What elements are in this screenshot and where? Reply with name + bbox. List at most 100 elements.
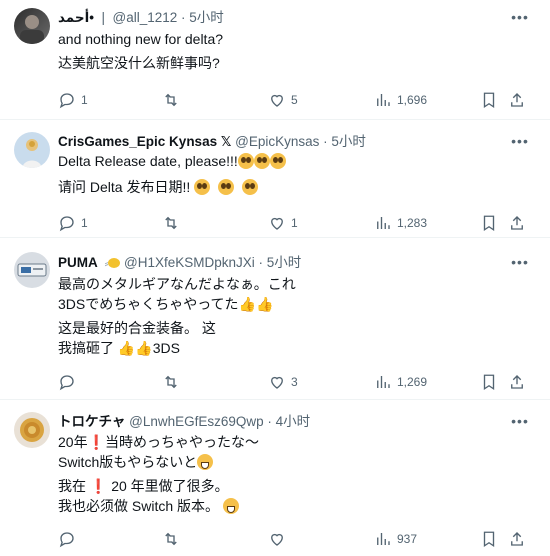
reply-icon <box>59 375 74 391</box>
reply-button[interactable]: 1 <box>58 90 88 110</box>
retweet-icon <box>165 375 177 389</box>
tweet-header: أحمد• | @all_1212 · 5小时 <box>58 10 224 25</box>
views-count: 1,269 <box>397 375 428 389</box>
views-icon <box>377 94 390 106</box>
views-count: 1,696 <box>397 93 428 107</box>
timestamp[interactable]: 4小时 <box>276 414 311 429</box>
author-handle[interactable]: @LnwhEGfEsz69Qwp <box>129 414 264 429</box>
retweet-button[interactable] <box>162 90 180 110</box>
avatar-image <box>20 418 44 442</box>
tweet-text-line: 20年❗当時めっちゃやったな〜 <box>58 432 259 452</box>
tweet-text-line: 3DSでめちゃくちゃやってた👍👍 <box>58 294 273 314</box>
like-icon <box>271 376 283 389</box>
reply-icon <box>59 93 74 109</box>
more-icon[interactable]: ••• <box>510 134 530 153</box>
avatar-image <box>20 15 44 44</box>
views-button[interactable]: 1,283 <box>374 213 427 233</box>
reply-count: 1 <box>81 216 88 230</box>
retweet-button[interactable] <box>162 372 180 392</box>
tweet-translation: 请问 Delta 发布日期!! <box>58 179 191 195</box>
tweet-translation-line: 请问 Delta 发布日期!! <box>58 177 258 197</box>
author-handle[interactable]: @EpicKynsas <box>235 134 319 149</box>
action-bar: 3 1,269 <box>58 372 528 392</box>
tweet-translation-line: 我在 ❗ 20 年里做了很多。 <box>58 476 229 496</box>
tweet[interactable]: トロケチャ @LnwhEGfEsz69Qwp · 4小时 ••• 20年❗当時め… <box>0 400 550 556</box>
author-name[interactable]: أحمد• <box>58 10 94 25</box>
like-count: 3 <box>291 375 298 389</box>
avatar[interactable] <box>14 412 50 448</box>
avatar-image <box>22 139 42 168</box>
tweet[interactable]: CrisGames_Epic Kynsas 𝕏 @EpicKynsas · 5小… <box>0 120 550 238</box>
share-button[interactable] <box>508 213 526 233</box>
retweet-button[interactable] <box>162 213 180 233</box>
bookmark-button[interactable] <box>480 372 498 392</box>
tweet-translation: 20 年里做了很多。 <box>111 478 229 494</box>
like-button[interactable]: 3 <box>268 372 298 392</box>
pleading-face-icon <box>194 179 211 195</box>
grinning-face-icon <box>222 498 239 514</box>
action-bar: 1 5 1,696 <box>58 90 528 110</box>
like-icon <box>271 533 283 546</box>
retweet-button[interactable] <box>162 529 180 549</box>
thumbs-up-icon: 👍 <box>238 296 256 312</box>
timestamp[interactable]: 5小时 <box>189 10 224 25</box>
views-icon <box>377 217 390 229</box>
like-count: 5 <box>291 93 298 107</box>
tweet[interactable]: PUMA ⸗ @H1XfeKSMDpknJXi · 5小时 ••• 最高のメタル… <box>0 238 550 400</box>
tweet-text: Delta Release date, please!!! <box>58 153 238 169</box>
author-handle[interactable]: @all_1212 <box>113 10 178 25</box>
timestamp[interactable]: 5小时 <box>331 134 366 149</box>
tweet-translation: 我搞砸了 <box>58 340 114 356</box>
author-name[interactable]: PUMA <box>58 255 98 270</box>
tweet-translation: 这是最好的合金装备。 这 <box>58 320 216 336</box>
views-count: 1,283 <box>397 216 428 230</box>
tweet[interactable]: أحمد• | @all_1212 · 5小时 ••• and nothing … <box>0 0 550 120</box>
tweet-text: and nothing new for delta? <box>58 31 224 47</box>
bookmark-button[interactable] <box>480 213 498 233</box>
like-button[interactable] <box>268 529 286 549</box>
views-button[interactable]: 937 <box>374 529 417 549</box>
share-icon <box>511 216 523 230</box>
views-button[interactable]: 1,269 <box>374 372 427 392</box>
reply-button[interactable]: 1 <box>58 213 88 233</box>
action-bar: 1 1 1,283 <box>58 213 528 233</box>
avatar[interactable] <box>14 8 50 44</box>
reply-count: 1 <box>81 93 88 107</box>
share-button[interactable] <box>508 529 526 549</box>
tweet-translation-end: 3DS <box>152 340 180 356</box>
author-handle[interactable]: @H1XfeKSMDpknJXi <box>124 255 255 270</box>
share-icon <box>511 375 523 389</box>
share-button[interactable] <box>508 372 526 392</box>
tweet-text: 20年 <box>58 434 88 450</box>
reply-button[interactable] <box>58 529 76 549</box>
more-icon[interactable]: ••• <box>510 255 530 274</box>
tweet-text-line: Switch版もやらないと <box>58 452 214 472</box>
grinning-face-icon <box>197 454 214 470</box>
thumbs-up-icon: 👍 <box>117 340 136 356</box>
share-icon <box>511 532 523 546</box>
action-bar: 937 <box>58 529 528 549</box>
avatar[interactable] <box>14 252 50 288</box>
views-button[interactable]: 1,696 <box>374 90 427 110</box>
more-icon[interactable]: ••• <box>510 414 530 433</box>
timestamp[interactable]: 5小时 <box>267 255 302 270</box>
author-name[interactable]: CrisGames_Epic Kynsas <box>58 134 217 149</box>
avatar[interactable] <box>14 132 50 168</box>
more-icon[interactable]: ••• <box>510 10 530 29</box>
author-name[interactable]: トロケチャ <box>58 414 125 429</box>
like-button[interactable]: 5 <box>268 90 298 110</box>
share-icon <box>511 93 523 107</box>
tweet-text: 3DSでめちゃくちゃやってた <box>58 296 239 312</box>
lemon-icon <box>108 258 121 268</box>
bookmark-button[interactable] <box>480 529 498 549</box>
bookmark-icon <box>483 92 495 109</box>
bookmark-button[interactable] <box>480 90 498 110</box>
tweet-translation: 我也必须做 Switch 版本。 <box>58 498 220 514</box>
pleading-face-icon <box>269 153 286 169</box>
like-button[interactable]: 1 <box>268 213 298 233</box>
tweet-translation: 达美航空没什么新鲜事吗? <box>58 55 220 71</box>
bookmark-icon <box>483 215 495 232</box>
share-button[interactable] <box>508 90 526 110</box>
reply-button[interactable] <box>58 372 76 392</box>
views-count: 937 <box>397 532 418 546</box>
